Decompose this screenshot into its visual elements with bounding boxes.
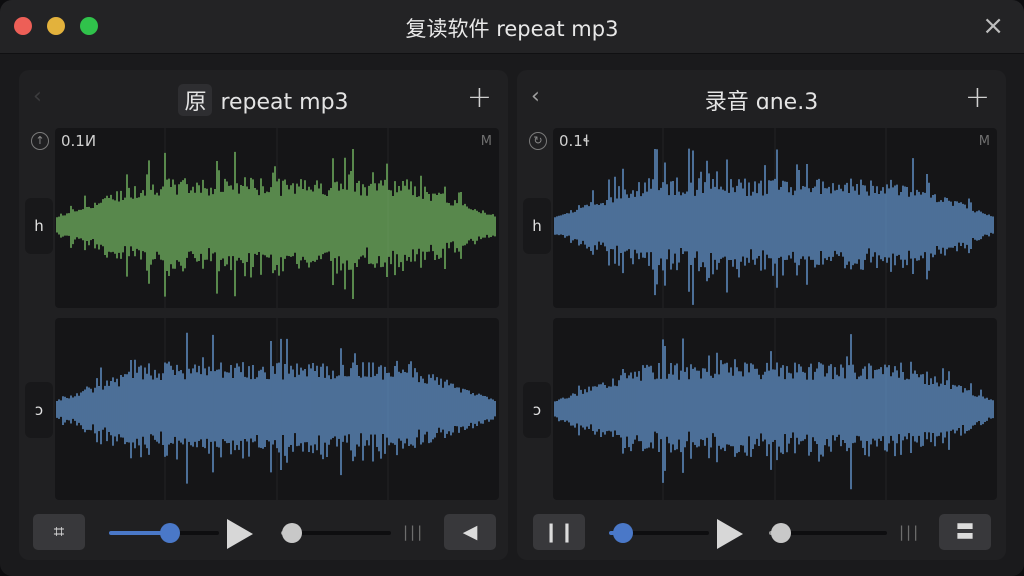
transport-bar: ❙❙ ||| 〓 xyxy=(529,510,994,552)
level-ticks-icon: ||| xyxy=(403,523,425,541)
add-icon[interactable]: + xyxy=(467,80,492,115)
time-readout: 0.1И xyxy=(61,132,97,150)
waveform-bottom-track[interactable] xyxy=(553,318,997,500)
channel-tab-bottom[interactable]: ɔ xyxy=(25,382,53,438)
channel-tab-bottom[interactable]: ɔ xyxy=(523,382,551,438)
close-icon[interactable]: × xyxy=(982,12,1004,40)
waveform-top-svg xyxy=(56,128,496,308)
title-bar: 复读软件 repeat mp3 × xyxy=(0,0,1024,54)
level-ticks-icon: ||| xyxy=(899,523,921,541)
rotate-icon[interactable]: ↑ xyxy=(31,132,49,150)
menu-button[interactable]: 〓 xyxy=(939,514,991,550)
add-icon[interactable]: + xyxy=(965,80,990,115)
progress-knob[interactable] xyxy=(613,523,633,543)
loop-button[interactable]: ⌗ xyxy=(33,514,85,550)
panel-header: ‹ 原 repeat mp3 + xyxy=(19,70,508,126)
marker-label: M xyxy=(978,134,990,149)
waveform-top-track[interactable] xyxy=(55,128,499,308)
source-badge: 原 xyxy=(178,84,213,116)
volume-knob[interactable] xyxy=(282,523,302,543)
recording-panel: ‹ 录音 ɑne.3 + ↻ 0.1ɬ M h ɔ ❙❙ ||| 〓 xyxy=(517,70,1006,560)
play-icon[interactable] xyxy=(717,519,743,549)
channel-tab-top[interactable]: h xyxy=(25,198,53,254)
transport-bar: ⌗ ||| ◀ xyxy=(31,510,496,552)
waveform-top-svg xyxy=(554,128,994,308)
app-window: 复读软件 repeat mp3 × ‹ 原 repeat mp3 + ↑ 0.1И… xyxy=(0,0,1024,576)
waveform-bottom-svg xyxy=(554,318,994,500)
progress-knob[interactable] xyxy=(159,523,180,543)
time-readout: 0.1ɬ xyxy=(559,132,591,150)
waveform-bottom-svg xyxy=(56,318,496,500)
pause-button[interactable]: ❙❙ xyxy=(533,514,585,550)
waveform-top-track[interactable] xyxy=(553,128,997,308)
play-icon[interactable] xyxy=(227,519,253,549)
rotate-icon[interactable]: ↻ xyxy=(529,132,547,150)
marker-label: M xyxy=(480,134,492,149)
panel-title: 录音 ɑne.3 xyxy=(704,90,819,115)
window-title: 复读软件 repeat mp3 xyxy=(405,17,619,41)
volume-knob[interactable] xyxy=(770,523,791,543)
panel-header: ‹ 录音 ɑne.3 + xyxy=(517,70,1006,126)
panel-title: repeat mp3 xyxy=(220,90,349,115)
channel-tab-top[interactable]: h xyxy=(523,198,551,254)
original-audio-panel: ‹ 原 repeat mp3 + ↑ 0.1И M h ɔ ⌗ ||| ◀ xyxy=(19,70,508,560)
waveform-bottom-track[interactable] xyxy=(55,318,499,500)
speaker-button[interactable]: ◀ xyxy=(444,514,496,550)
panel-title-wrap: 原 repeat mp3 xyxy=(19,84,508,116)
